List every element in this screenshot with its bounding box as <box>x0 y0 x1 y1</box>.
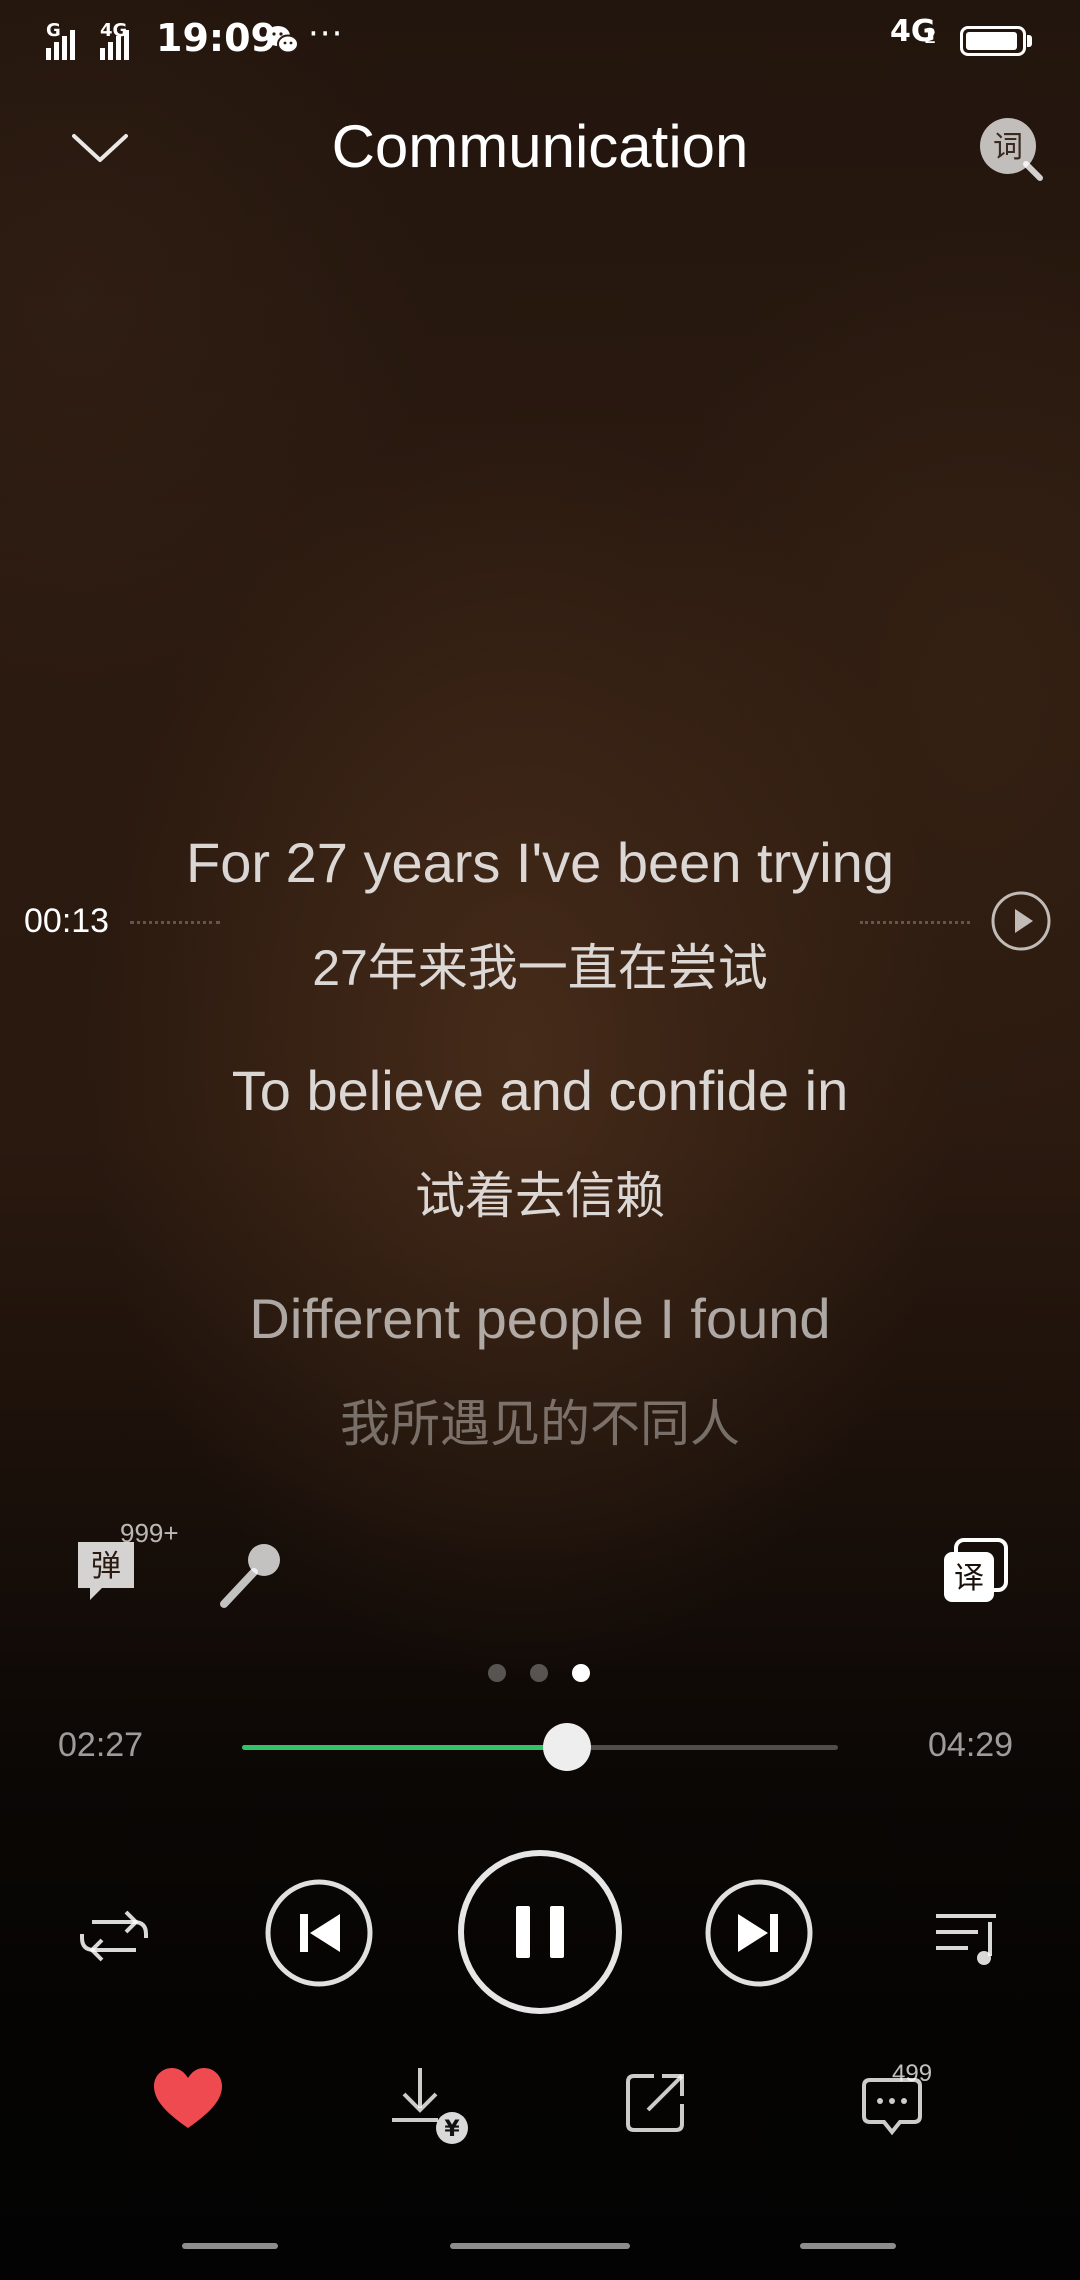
lyrics-button-label: 词 <box>993 130 1023 165</box>
danmu-count: 999+ <box>120 1518 179 1548</box>
lyric-line-en: To believe and confide in <box>231 1059 849 1122</box>
total-time: 04:29 <box>928 1726 1014 1764</box>
repeat-icon[interactable] <box>74 1900 154 1972</box>
nav-bar-home[interactable] <box>450 2243 630 2249</box>
lyric-line-en: For 27 years I've been trying <box>186 831 894 894</box>
progress-slider[interactable] <box>242 1723 838 1771</box>
status-bar: G 4G 19:09 ··· 4G 2 <box>0 0 1080 82</box>
lyrics-search-icon: 词 <box>980 118 1043 181</box>
sim1-signal-icon: G <box>46 20 94 60</box>
translate-icon: 译 <box>944 1538 1008 1602</box>
progress-thumb[interactable] <box>543 1723 592 1771</box>
share-icon[interactable] <box>624 2070 688 2134</box>
download-badge: ¥ <box>444 2117 460 2142</box>
microphone-icon[interactable] <box>214 1536 290 1612</box>
song-title: Communication <box>331 113 749 180</box>
pause-icon[interactable] <box>456 1848 624 2016</box>
progress-fill <box>242 1745 568 1750</box>
nav-bar-right[interactable] <box>800 2243 896 2249</box>
download-icon: ¥ <box>392 2068 468 2144</box>
lyric-line-zh: 试着去信赖 <box>415 1168 665 1224</box>
nav-bar-left[interactable] <box>182 2243 278 2249</box>
translate-button[interactable]: 译 <box>938 1536 1010 1608</box>
sim2-signal-icon: 4G <box>100 20 148 60</box>
heart-icon[interactable] <box>152 2066 224 2132</box>
battery-icon <box>960 26 1026 56</box>
translate-label: 译 <box>954 1561 984 1596</box>
player-screen: G 4G 19:09 ··· 4G 2 Communication 词 00:1… <box>0 0 1080 2280</box>
network-sim-index: 2 <box>924 24 937 48</box>
lyric-line-en: Different people I found <box>249 1287 831 1350</box>
lyric-seek-line-left <box>130 921 220 924</box>
page-indicator <box>488 1664 590 1682</box>
battery-tip <box>1027 35 1032 47</box>
page-dot <box>572 1664 590 1682</box>
lyric-line-zh: 我所遇见的不同人 <box>340 1396 740 1452</box>
chevron-down-icon[interactable] <box>60 120 140 180</box>
status-time: 19:09 <box>156 16 277 60</box>
elapsed-time: 02:27 <box>58 1726 144 1764</box>
comment-count: 499 <box>892 2060 933 2087</box>
playlist-icon[interactable] <box>930 1900 1002 1972</box>
lyrics-search-button[interactable]: 词 <box>976 114 1046 184</box>
danmu-label: 弹 <box>91 1549 121 1584</box>
status-more-icon: ··· <box>308 14 344 54</box>
previous-track-icon[interactable] <box>264 1878 374 1988</box>
page-dot <box>530 1664 548 1682</box>
wechat-icon <box>266 26 299 54</box>
download-button[interactable]: ¥ <box>390 2064 472 2146</box>
lyric-seek-line-right <box>860 921 970 924</box>
lyric-line-zh: 27年来我一直在尝试 <box>312 940 768 996</box>
page-dot <box>488 1664 506 1682</box>
next-track-icon[interactable] <box>704 1878 814 1988</box>
